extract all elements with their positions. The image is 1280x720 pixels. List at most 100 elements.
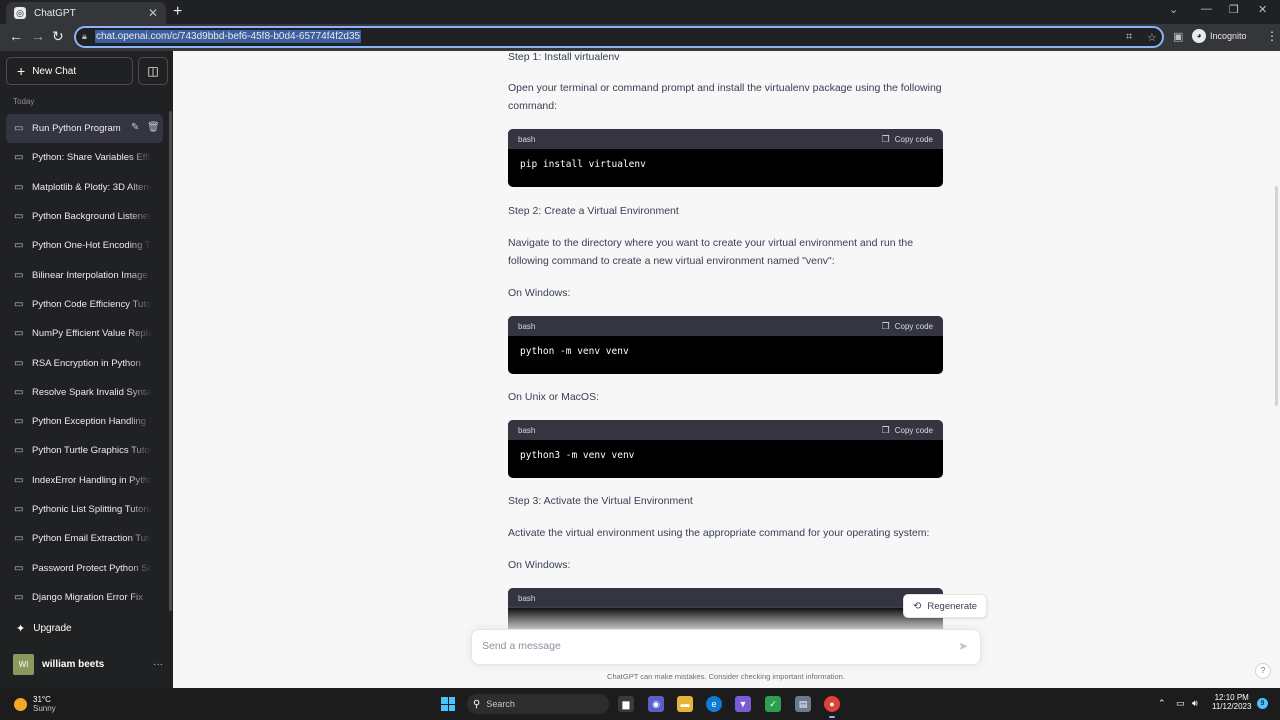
sidebar-toggle-icon: ◫ — [147, 64, 159, 78]
chat-bubble-icon: ▭ — [14, 211, 24, 223]
chat-item[interactable]: ▭ Run Python Program ✎ 🗑︎ — [6, 114, 163, 144]
chat-item[interactable]: ▭ Python Turtle Graphics Tutorial — [6, 436, 163, 465]
chat-item-label: Pythonic List Splitting Tutorial — [32, 504, 152, 515]
on-windows-label-2: On Windows: — [508, 559, 571, 571]
chat-item[interactable]: ▭ Pythonic List Splitting Tutorial — [6, 495, 163, 524]
sidebar: + New Chat ◫ Today ▭ Run Python Program … — [0, 51, 173, 688]
step1-text: Open your terminal or command prompt and… — [508, 82, 942, 112]
chat-bubble-icon: ▭ — [14, 533, 24, 545]
chat-item-label: Python Turtle Graphics Tutorial — [32, 445, 152, 457]
sidebar-scrollbar[interactable] — [169, 111, 172, 611]
close-window-icon[interactable]: ✕ — [1258, 3, 1267, 16]
incognito-icon: ◕ — [1192, 29, 1206, 43]
upgrade-button[interactable]: ✦ Upgrade — [16, 622, 72, 635]
clipboard-icon[interactable]: ❐ — [882, 134, 890, 145]
windows-start-icon[interactable] — [441, 697, 455, 711]
clipboard-icon[interactable]: ❐ — [882, 425, 890, 436]
user-menu[interactable]: WI william beets ··· — [13, 654, 163, 675]
close-tab-icon[interactable]: ✕ — [148, 6, 158, 20]
address-bar[interactable]: 🔒︎ chat.openai.com/c/743d9bbd-bef6-45f8-… — [74, 26, 1164, 48]
network-icon[interactable]: ▭ — [1176, 698, 1185, 709]
message-input[interactable] — [482, 640, 942, 652]
help-button[interactable]: ? — [1255, 663, 1271, 679]
chat-item[interactable]: ▭ Matplotlib & Plotly: 3D Alternatives — [6, 173, 163, 202]
browser-tab[interactable]: ◎ ChatGPT ✕ — [6, 2, 166, 24]
conversation-pane: Step 1: Install virtualenv Open your ter… — [173, 51, 1280, 688]
edit-icon[interactable]: ✎ — [131, 122, 139, 133]
code-text: pip install virtualenv — [520, 159, 646, 170]
chat-item[interactable]: ▭ Resolve Spark Invalid Syntax — [6, 378, 163, 407]
file-explorer-icon[interactable]: ▬ — [677, 696, 693, 712]
chat-item[interactable]: ▭ Python Exception Handling Tutorial — [6, 407, 163, 436]
chat-bubble-icon: ▭ — [14, 357, 24, 369]
chat-item-label: Django Migration Error Fix — [32, 591, 143, 603]
bookmark-star-icon[interactable]: ☆ — [1147, 31, 1157, 44]
qr-code-icon[interactable]: ⌗ — [1126, 31, 1132, 44]
vpn-app-icon[interactable]: ▼ — [735, 696, 751, 712]
tab-search-icon[interactable]: ⌄ — [1169, 3, 1178, 16]
chat-app-icon[interactable]: ◉ — [648, 696, 664, 712]
chat-item[interactable]: ▭ Bilinear Interpolation Image Resize — [6, 260, 163, 289]
chat-item[interactable]: ▭ Python One-Hot Encoding Tutorial — [6, 231, 163, 260]
chat-item[interactable]: ▭ Python: Share Variables Efficiently — [6, 143, 163, 172]
excel-icon[interactable]: ✓ — [765, 696, 781, 712]
weather-widget[interactable]: 31°C Sunny — [14, 695, 56, 713]
conversation-scrollbar[interactable] — [1275, 186, 1278, 406]
chat-item-label: Run Python Program — [32, 123, 121, 135]
volume-icon[interactable]: 🔊︎ — [1192, 698, 1198, 709]
copy-code-button[interactable]: Copy code — [895, 426, 933, 435]
clipboard-icon[interactable]: ❐ — [882, 321, 890, 332]
browser-menu-icon[interactable]: ⋮ — [1266, 29, 1278, 43]
disclaimer-text: ChatGPT can make mistakes. Consider chec… — [607, 672, 845, 681]
restore-icon[interactable]: ❐ — [1229, 3, 1239, 16]
forward-icon[interactable]: → — [31, 28, 45, 44]
chat-item[interactable]: ▭ Django Migration Error Fix — [6, 583, 163, 612]
regenerate-button[interactable]: ⟲ Regenerate — [903, 594, 988, 618]
on-windows-label: On Windows: — [508, 287, 571, 299]
copy-code-button[interactable]: Copy code — [895, 322, 933, 331]
chat-bubble-icon: ▭ — [14, 416, 24, 428]
chat-item[interactable]: ▭ RSA Encryption in Python — [6, 348, 163, 377]
ellipsis-icon[interactable]: ··· — [153, 659, 163, 670]
sun-icon — [14, 697, 27, 711]
minimize-icon[interactable]: — — [1201, 3, 1212, 15]
chat-item-label: Bilinear Interpolation Image Resize — [32, 269, 152, 281]
chat-item[interactable]: ▭ Python Email Extraction Tutorial — [6, 524, 163, 553]
chat-item[interactable]: ▭ Password Protect Python Script — [6, 553, 163, 582]
chrome-browser-icon[interactable]: ● — [824, 696, 840, 718]
chat-item-label: Python Email Extraction Tutorial — [32, 533, 152, 545]
copy-code-button[interactable]: Copy code — [895, 135, 933, 144]
chat-item[interactable]: ▭ Python Code Efficiency Tutorial — [6, 290, 163, 319]
task-view-icon[interactable]: ▆ — [618, 696, 634, 712]
toggle-sidebar-button[interactable]: ◫ — [138, 57, 168, 85]
side-panel-icon[interactable]: ▣ — [1173, 30, 1183, 43]
new-tab-icon[interactable]: + — [173, 3, 182, 21]
taskbar-search[interactable]: ⚲ Search — [467, 694, 609, 714]
trash-icon[interactable]: 🗑︎ — [147, 122, 160, 133]
chat-item[interactable]: ▭ IndexError Handling in Python — [6, 466, 163, 495]
photos-app-icon[interactable]: ▤ — [795, 696, 811, 712]
url-text[interactable]: chat.openai.com/c/743d9bbd-bef6-45f8-b0d… — [95, 30, 362, 43]
chat-bubble-icon: ▭ — [14, 591, 24, 603]
edge-browser-icon[interactable]: e — [706, 696, 722, 712]
chat-item[interactable]: ▭ NumPy Efficient Value Replacement — [6, 319, 163, 348]
step1-title: Step 1: Install virtualenv — [508, 51, 620, 63]
send-icon[interactable]: ➤ — [958, 639, 968, 653]
new-chat-button[interactable]: + New Chat — [6, 57, 133, 85]
back-icon[interactable]: ← — [9, 28, 23, 44]
step2-title: Step 2: Create a Virtual Environment — [508, 205, 679, 217]
search-icon: ⚲ — [473, 698, 481, 710]
chat-item-label: Password Protect Python Script — [32, 562, 152, 574]
notification-badge[interactable]: 9 — [1257, 698, 1268, 709]
code-language: bash — [518, 321, 536, 331]
system-clock[interactable]: 12:10 PM 11/12/2023 — [1212, 693, 1251, 711]
incognito-indicator[interactable]: ◕ Incognito — [1192, 29, 1247, 43]
step3-title: Step 3: Activate the Virtual Environment — [508, 495, 693, 507]
chat-item-label: Python One-Hot Encoding Tutorial — [32, 240, 152, 252]
temperature: 31°C — [33, 695, 51, 704]
code-header: bash ❐ Copy code — [508, 129, 943, 149]
chat-item[interactable]: ▭ Python Background Listener — [6, 202, 163, 231]
reload-icon[interactable]: ↻ — [52, 28, 64, 45]
step3-text: Activate the virtual environment using t… — [508, 527, 930, 539]
tray-chevron-icon[interactable]: ⌃ — [1158, 698, 1166, 709]
